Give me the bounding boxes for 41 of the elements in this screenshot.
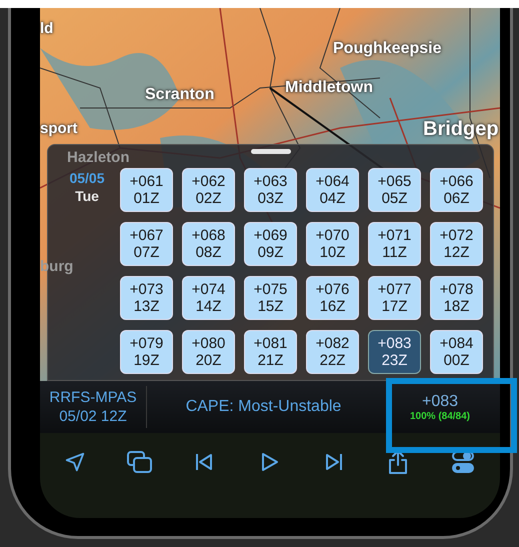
forecast-hour-button[interactable]: +063 03Z — [244, 168, 297, 212]
forecast-hour-button[interactable]: +067 07Z — [120, 222, 173, 266]
forecast-hour-button[interactable]: +070 10Z — [306, 222, 359, 266]
forecast-hour-button[interactable]: +080 20Z — [182, 330, 235, 374]
map-place-label: Hazleton — [67, 149, 130, 166]
forecast-hour-button[interactable]: +073 13Z — [120, 276, 173, 320]
location-arrow-icon — [64, 451, 86, 473]
forecast-hour-button[interactable]: +062 02Z — [182, 168, 235, 212]
map-place-label: sport — [40, 120, 78, 137]
forecast-hour-button[interactable]: +076 16Z — [306, 276, 359, 320]
forecast-hour-button[interactable]: +068 08Z — [182, 222, 235, 266]
forecast-hour-button[interactable]: +072 12Z — [430, 222, 483, 266]
skip-back-icon — [194, 452, 214, 472]
forecast-hour-button[interactable]: +083 23Z — [368, 330, 421, 374]
forecast-hour-button[interactable]: +081 21Z — [244, 330, 297, 374]
weekday-label: Tue — [75, 188, 99, 204]
forecast-hour-button[interactable]: +065 05Z — [368, 168, 421, 212]
skip-forward-icon — [324, 452, 344, 472]
forecast-hour-button[interactable]: +082 22Z — [306, 330, 359, 374]
forecast-hour-readout[interactable]: +083 — [422, 392, 458, 410]
forecast-hour-button[interactable]: +084 00Z — [430, 330, 483, 374]
forecast-hour-button[interactable]: +074 14Z — [182, 276, 235, 320]
drag-handle[interactable] — [250, 149, 290, 154]
stacked-squares-icon — [126, 450, 153, 474]
forecast-hour-button[interactable]: +069 09Z — [244, 222, 297, 266]
date-label: 05/05 — [69, 170, 105, 186]
map-place-label: Poughkeepsie — [333, 40, 442, 58]
forecast-hour-button[interactable]: +064 04Z — [306, 168, 359, 212]
toggles-icon — [452, 450, 474, 474]
map-place-label: ld — [40, 20, 54, 37]
forecast-hour-button[interactable]: +078 18Z — [430, 276, 483, 320]
forecast-hour-button[interactable]: +061 01Z — [120, 168, 173, 212]
model-name[interactable]: RRFS-MPAS — [49, 388, 137, 407]
download-progress: 100% (84/84) — [410, 410, 470, 422]
forecast-hour-button[interactable]: +075 15Z — [244, 276, 297, 320]
forecast-hour-button[interactable]: +079 19Z — [120, 330, 173, 374]
model-run-time[interactable]: 05/02 12Z — [59, 407, 127, 426]
forecast-hour-button[interactable]: +071 11Z — [368, 222, 421, 266]
forecast-hour-button[interactable]: +077 17Z — [368, 276, 421, 320]
parameter-label[interactable]: CAPE: Most-Unstable — [147, 398, 380, 416]
forecast-hour-button[interactable]: +066 06Z — [430, 168, 483, 212]
